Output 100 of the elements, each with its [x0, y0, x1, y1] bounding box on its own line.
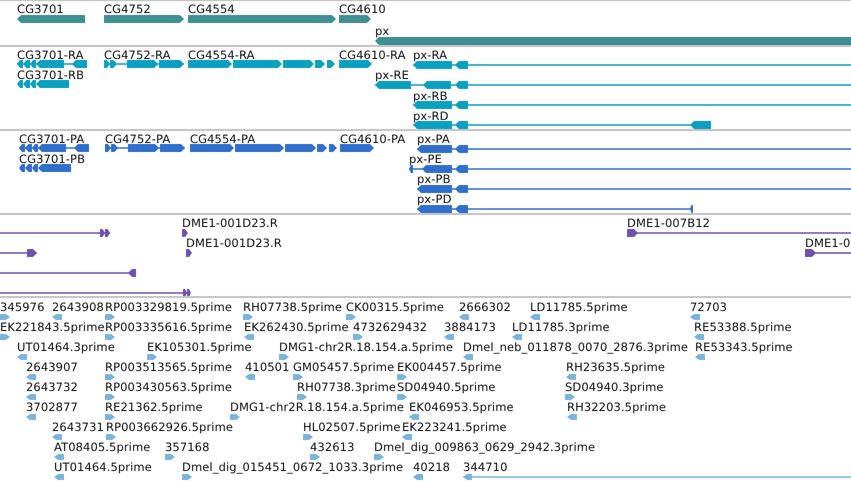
- read-glyph: [243, 314, 253, 320]
- feature-label: DME1-0: [805, 236, 850, 250]
- feature-label: px-PB: [417, 172, 451, 186]
- feature-label: 2643907: [26, 360, 78, 374]
- feature-label: px-PA: [417, 132, 450, 146]
- transcript-glyph: [339, 60, 372, 68]
- protein-glyph: [19, 164, 69, 172]
- feature-label: EK262430.5prime: [244, 320, 349, 334]
- feature-label: RH32203.5prime: [567, 400, 666, 414]
- feature-label: Dmel_dig_015451_0672_1033.3prime: [182, 460, 404, 474]
- read-glyph: [397, 374, 407, 380]
- feature-label: CG3701-RB: [17, 68, 84, 82]
- feature-label: CG3701: [17, 2, 64, 16]
- protein-glyph: [340, 144, 374, 152]
- feature-label: 432613: [310, 440, 354, 454]
- read-glyph: [346, 314, 356, 320]
- read-glyph: [230, 414, 240, 420]
- feature-label: CG4554: [188, 2, 235, 16]
- read-glyph: [105, 374, 115, 380]
- read-glyph: [105, 394, 115, 400]
- feature-label: CG3701-RA: [17, 48, 84, 62]
- read-glyph: [147, 354, 157, 360]
- read-glyph: [54, 474, 64, 480]
- read-glyph: [310, 454, 320, 460]
- read-glyph: [54, 454, 64, 460]
- read-glyph: [565, 394, 575, 400]
- gene-glyph: [339, 15, 371, 23]
- read-glyph: [402, 434, 412, 440]
- clone-glyph: [805, 249, 851, 257]
- read-glyph: [444, 334, 454, 340]
- read-glyph: [293, 374, 303, 380]
- feature-label: CG3701-PB: [19, 152, 86, 166]
- feature-label: EK223241.5prime: [402, 420, 507, 434]
- feature-label: CG4752-PA: [105, 132, 170, 146]
- feature-label: RP003430563.5prime: [105, 380, 232, 394]
- read-glyph: [566, 374, 576, 380]
- feature-label: RH07738.5prime: [243, 300, 342, 314]
- read-glyph: [279, 354, 289, 360]
- feature-label: px-RD: [413, 109, 449, 123]
- feature-label: 2643908: [52, 300, 104, 314]
- feature-label: 2643731: [52, 420, 104, 434]
- transcript-glyph: [17, 60, 87, 68]
- feature-label: px-PE: [409, 152, 442, 166]
- read-glyph: [26, 414, 36, 420]
- feature-label: 72703: [690, 300, 728, 314]
- feature-label: 4732629432: [353, 320, 428, 334]
- read-glyph: [463, 354, 473, 360]
- read-glyph: [297, 394, 307, 400]
- feature-label: EK105301.5prime: [147, 340, 252, 354]
- feature-label: UT01464.5prime: [54, 460, 152, 474]
- feature-label: DMG1-chr2R.18.154.a.5prime: [279, 340, 454, 354]
- read-glyph: [374, 454, 384, 460]
- feature-label: 357168: [165, 440, 210, 454]
- read-glyph: [0, 334, 10, 340]
- read-glyph: [409, 414, 419, 420]
- read-glyph: [303, 434, 313, 440]
- read-glyph: [244, 334, 254, 340]
- feature-label: px-PD: [417, 192, 452, 206]
- read-glyph: [52, 314, 62, 320]
- feature-label: RP003335616.5prime: [105, 320, 232, 334]
- read-glyph: [695, 354, 705, 360]
- feature-label: CG4610-RA: [339, 48, 406, 62]
- read-glyph: [459, 314, 469, 320]
- feature-label: DME1-001D23.R: [186, 236, 282, 250]
- feature-label: UT01464.3prime: [17, 340, 115, 354]
- read-glyph: [26, 374, 36, 380]
- feature-label: CK00315.5prime: [346, 300, 444, 314]
- read-glyph: [413, 474, 423, 480]
- read-glyph: [165, 454, 175, 460]
- read-glyph: [512, 334, 522, 340]
- feature-label: SD04940.5prime: [397, 380, 496, 394]
- feature-label: AT08405.5prime: [54, 440, 150, 454]
- gene-glyph: [17, 15, 85, 23]
- feature-label: px-RE: [375, 68, 410, 82]
- clone-glyph: [182, 229, 188, 237]
- feature-label: RE21362.5prime: [105, 400, 203, 414]
- feature-label: CG4752-RA: [104, 48, 171, 62]
- clone-glyph: [186, 249, 192, 257]
- feature-label: px-RB: [413, 89, 448, 103]
- feature-label: 3702877: [26, 400, 78, 414]
- read-glyph: [105, 414, 115, 420]
- feature-label: SD04940.3prime: [565, 380, 664, 394]
- feature-label: CG4610-PA: [340, 132, 406, 146]
- feature-label: 410501: [245, 360, 290, 374]
- feature-label: GM05457.5prime: [293, 360, 394, 374]
- feature-label: EK046953.5prime: [409, 400, 514, 414]
- feature-label: px-RA: [413, 48, 448, 62]
- read-glyph: [694, 334, 704, 340]
- feature-label: px: [375, 24, 390, 38]
- read-glyph: [245, 374, 255, 380]
- feature-label: RP003662926.5prime: [106, 420, 234, 434]
- read-glyph: [353, 334, 363, 340]
- feature-label: 2666302: [459, 300, 511, 314]
- feature-label: RE53388.5prime: [694, 320, 792, 334]
- feature-label: 344710: [463, 460, 508, 474]
- feature-label: DME1-001D23.R: [182, 216, 278, 230]
- feature-label: EK004457.5prime: [397, 360, 502, 374]
- protein-glyph: [19, 144, 87, 152]
- feature-label: CG4554-PA: [190, 132, 256, 146]
- feature-label: 345976: [0, 300, 44, 314]
